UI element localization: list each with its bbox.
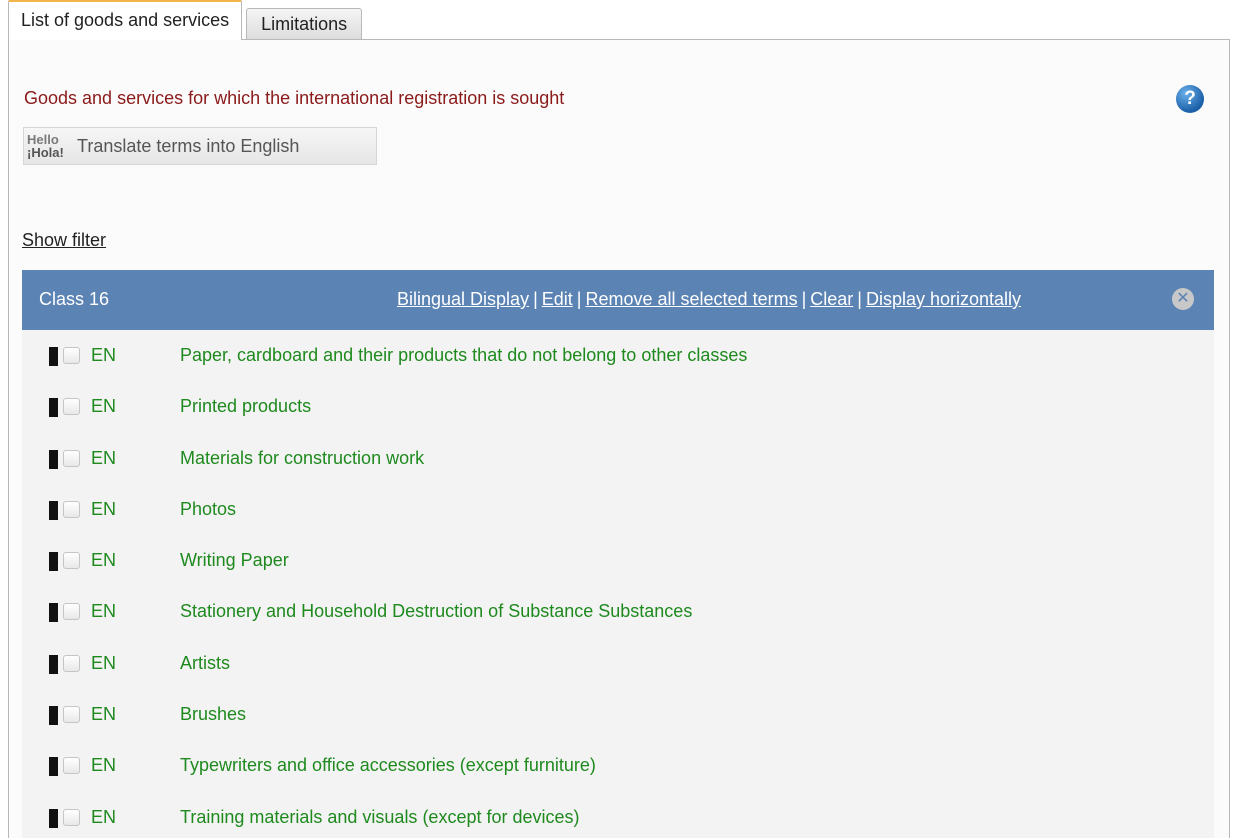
- term-marker: [49, 757, 58, 777]
- term-checkbox[interactable]: [63, 808, 80, 826]
- term-text: Paper, cardboard and their products that…: [180, 345, 748, 365]
- translate-terms-label: Translate terms into English: [77, 135, 300, 156]
- term-text: Typewriters and office accessories (exce…: [180, 755, 596, 776]
- show-filter-link[interactable]: Show filter: [22, 230, 106, 251]
- class-header-bar: Class 16 Bilingual Display | Edit | Remove a…: [22, 270, 1214, 330]
- term-marker: [49, 654, 58, 674]
- term-marker: [49, 706, 58, 726]
- term-text: Stationery and Household Destruction of …: [180, 601, 693, 622]
- term-row: EN Brushes: [22, 689, 1214, 740]
- term-marker: [49, 808, 58, 828]
- close-icon[interactable]: ✕: [1172, 288, 1194, 310]
- term-row: EN Writing Paper: [22, 535, 1214, 586]
- class-title: Class 16: [39, 289, 110, 309]
- translate-terms-button[interactable]: Hello ¡Hola! Translate terms into Englis…: [23, 127, 377, 165]
- term-text: Materials for construction work: [180, 447, 425, 468]
- term-marker: [49, 449, 58, 469]
- term-language: EN: [91, 345, 117, 365]
- term-language: EN: [91, 396, 117, 417]
- term-row: EN Training materials and visuals (excep…: [22, 792, 1214, 838]
- term-row: EN Stationery and Household Destruction …: [22, 586, 1214, 637]
- action-separator: |: [533, 289, 538, 309]
- action-separator: |: [576, 289, 582, 309]
- term-checkbox[interactable]: [63, 603, 80, 621]
- term-checkbox[interactable]: [63, 552, 80, 570]
- term-row: EN Artists: [22, 638, 1214, 689]
- hello-hola-icon: Hello ¡Hola!: [27, 129, 65, 163]
- term-checkbox[interactable]: [63, 398, 80, 416]
- term-text: Training materials and visuals (except f…: [180, 806, 580, 827]
- term-language: EN: [91, 601, 117, 622]
- term-checkbox[interactable]: [63, 449, 80, 467]
- term-marker: [49, 603, 58, 623]
- term-text: Writing Paper: [180, 550, 289, 571]
- term-text: Photos: [180, 498, 237, 519]
- term-marker: [49, 398, 58, 418]
- term-row: EN Typewriters and office accessories (e…: [22, 740, 1214, 791]
- term-language: EN: [91, 652, 117, 673]
- term-list: EN Paper, cardboard and their products t…: [22, 330, 1214, 838]
- bilingual-display-link[interactable]: Bilingual Display: [397, 289, 529, 309]
- intro-text: Goods and services for which the interna…: [24, 88, 565, 108]
- term-checkbox[interactable]: [63, 347, 80, 364]
- term-marker: [49, 500, 58, 520]
- clear-link[interactable]: Clear: [810, 289, 853, 309]
- goods-services-page: List of goods and services Limitations G…: [0, 0, 1233, 838]
- action-separator: |: [801, 289, 807, 309]
- term-checkbox[interactable]: [63, 654, 80, 672]
- class-actions: Bilingual Display | Edit | Remove all select…: [397, 289, 1021, 310]
- tab-panel: Goods and services for which the interna…: [8, 39, 1230, 838]
- term-row: EN Photos: [22, 484, 1214, 535]
- term-language: EN: [91, 550, 117, 571]
- help-icon[interactable]: ?: [1176, 85, 1204, 113]
- term-checkbox[interactable]: [63, 500, 80, 518]
- term-language: EN: [91, 447, 117, 468]
- term-language: EN: [91, 704, 117, 725]
- term-marker: [49, 552, 58, 572]
- term-checkbox[interactable]: [63, 757, 80, 775]
- term-row: EN Paper, cardboard and their products t…: [22, 330, 1214, 381]
- term-language: EN: [91, 755, 117, 776]
- edit-link[interactable]: Edit: [542, 289, 573, 309]
- tab-limitations[interactable]: Limitations: [246, 8, 363, 40]
- tab-list-of-goods[interactable]: List of goods and services: [8, 0, 243, 40]
- tab-strip: List of goods and services Limitations: [8, 0, 366, 40]
- remove-all-selected-link[interactable]: Remove all selected terms: [585, 289, 797, 309]
- term-language: EN: [91, 806, 117, 827]
- term-row: EN Printed products: [22, 381, 1214, 432]
- action-separator: |: [857, 289, 862, 309]
- display-horizontally-link[interactable]: Display horizontally: [866, 289, 1021, 309]
- term-text: Printed products: [180, 396, 312, 417]
- term-checkbox[interactable]: [63, 706, 80, 724]
- term-row: EN Materials for construction work: [22, 433, 1214, 484]
- hello-icon-line2: ¡Hola!: [27, 145, 64, 160]
- term-text: Brushes: [180, 704, 247, 725]
- term-language: EN: [91, 498, 117, 519]
- term-marker: [49, 347, 58, 366]
- term-text: Artists: [180, 652, 231, 673]
